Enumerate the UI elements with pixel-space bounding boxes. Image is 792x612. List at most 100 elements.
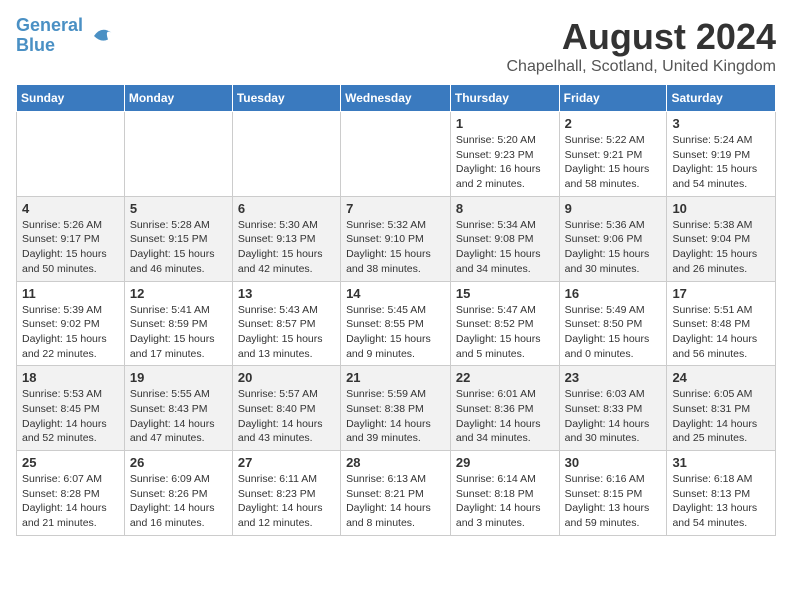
title-block: August 2024 Chapelhall, Scotland, United… <box>507 16 777 76</box>
day-info: Sunrise: 5:28 AM Sunset: 9:15 PM Dayligh… <box>130 218 227 277</box>
day-info: Sunrise: 5:55 AM Sunset: 8:43 PM Dayligh… <box>130 387 227 446</box>
day-number: 4 <box>22 201 119 216</box>
day-number: 7 <box>346 201 445 216</box>
day-info: Sunrise: 6:09 AM Sunset: 8:26 PM Dayligh… <box>130 472 227 531</box>
day-info: Sunrise: 6:16 AM Sunset: 8:15 PM Dayligh… <box>565 472 662 531</box>
day-info: Sunrise: 5:43 AM Sunset: 8:57 PM Dayligh… <box>238 303 335 362</box>
calendar-cell: 12Sunrise: 5:41 AM Sunset: 8:59 PM Dayli… <box>124 281 232 366</box>
day-number: 23 <box>565 370 662 385</box>
calendar-cell: 4 Sunrise: 5:26 AM Sunset: 9:17 PM Daylig… <box>17 196 125 281</box>
day-number: 6 <box>238 201 335 216</box>
day-info: Sunrise: 5:45 AM Sunset: 8:55 PM Dayligh… <box>346 303 445 362</box>
day-header-sunday: Sunday <box>17 85 125 112</box>
logo: General Blue <box>16 16 115 56</box>
calendar-cell: 27 Sunrise: 6:11 AM Sunset: 8:23 PM Dayli… <box>232 451 340 536</box>
day-number: 27 <box>238 455 335 470</box>
day-number: 16 <box>565 286 662 301</box>
calendar-cell <box>17 112 125 197</box>
day-info: Sunrise: 5:36 AM Sunset: 9:06 PM Dayligh… <box>565 218 662 277</box>
logo-text: General Blue <box>16 16 83 56</box>
day-header-monday: Monday <box>124 85 232 112</box>
day-info: Sunrise: 5:22 AM Sunset: 9:21 PM Dayligh… <box>565 133 662 192</box>
calendar-cell: 24Sunrise: 6:05 AM Sunset: 8:31 PM Dayli… <box>667 366 776 451</box>
day-info: Sunrise: 6:11 AM Sunset: 8:23 PM Dayligh… <box>238 472 335 531</box>
day-info: Sunrise: 6:03 AM Sunset: 8:33 PM Dayligh… <box>565 387 662 446</box>
day-info: Sunrise: 6:13 AM Sunset: 8:21 PM Dayligh… <box>346 472 445 531</box>
day-info: Sunrise: 6:07 AM Sunset: 8:28 PM Dayligh… <box>22 472 119 531</box>
day-number: 28 <box>346 455 445 470</box>
day-info: Sunrise: 6:18 AM Sunset: 8:13 PM Dayligh… <box>672 472 770 531</box>
calendar-cell: 28 Sunrise: 6:13 AM Sunset: 8:21 PM Dayli… <box>341 451 451 536</box>
calendar-cell: 7 Sunrise: 5:32 AM Sunset: 9:10 PM Daylig… <box>341 196 451 281</box>
calendar-cell: 18 Sunrise: 5:53 AM Sunset: 8:45 PM Dayli… <box>17 366 125 451</box>
day-number: 18 <box>22 370 119 385</box>
day-info: Sunrise: 5:49 AM Sunset: 8:50 PM Dayligh… <box>565 303 662 362</box>
day-info: Sunrise: 5:24 AM Sunset: 9:19 PM Dayligh… <box>672 133 770 192</box>
calendar-cell: 21 Sunrise: 5:59 AM Sunset: 8:38 PM Dayli… <box>341 366 451 451</box>
day-header-tuesday: Tuesday <box>232 85 340 112</box>
day-number: 11 <box>22 286 119 301</box>
calendar-cell: 22 Sunrise: 6:01 AM Sunset: 8:36 PM Dayli… <box>450 366 559 451</box>
page-header: General Blue August 2024 Chapelhall, Sco… <box>16 16 776 76</box>
calendar-table: SundayMondayTuesdayWednesdayThursdayFrid… <box>16 84 776 536</box>
day-number: 15 <box>456 286 554 301</box>
day-info: Sunrise: 5:39 AM Sunset: 9:02 PM Dayligh… <box>22 303 119 362</box>
day-info: Sunrise: 5:53 AM Sunset: 8:45 PM Dayligh… <box>22 387 119 446</box>
day-number: 2 <box>565 116 662 131</box>
calendar-cell: 16 Sunrise: 5:49 AM Sunset: 8:50 PM Dayli… <box>559 281 667 366</box>
calendar-header-row: SundayMondayTuesdayWednesdayThursdayFrid… <box>17 85 776 112</box>
calendar-cell: 6Sunrise: 5:30 AM Sunset: 9:13 PM Daylig… <box>232 196 340 281</box>
day-number: 20 <box>238 370 335 385</box>
week-row-4: 18 Sunrise: 5:53 AM Sunset: 8:45 PM Dayli… <box>17 366 776 451</box>
day-number: 12 <box>130 286 227 301</box>
logo-icon <box>87 22 115 50</box>
day-header-thursday: Thursday <box>450 85 559 112</box>
calendar-cell: 11 Sunrise: 5:39 AM Sunset: 9:02 PM Dayli… <box>17 281 125 366</box>
day-number: 30 <box>565 455 662 470</box>
day-info: Sunrise: 5:59 AM Sunset: 8:38 PM Dayligh… <box>346 387 445 446</box>
day-number: 3 <box>672 116 770 131</box>
day-info: Sunrise: 5:26 AM Sunset: 9:17 PM Dayligh… <box>22 218 119 277</box>
calendar-cell <box>232 112 340 197</box>
calendar-cell: 3 Sunrise: 5:24 AM Sunset: 9:19 PM Daylig… <box>667 112 776 197</box>
day-number: 19 <box>130 370 227 385</box>
calendar-cell: 17Sunrise: 5:51 AM Sunset: 8:48 PM Dayli… <box>667 281 776 366</box>
calendar-cell <box>124 112 232 197</box>
day-info: Sunrise: 5:57 AM Sunset: 8:40 PM Dayligh… <box>238 387 335 446</box>
day-number: 8 <box>456 201 554 216</box>
day-number: 26 <box>130 455 227 470</box>
calendar-cell: 5Sunrise: 5:28 AM Sunset: 9:15 PM Daylig… <box>124 196 232 281</box>
calendar-cell: 29Sunrise: 6:14 AM Sunset: 8:18 PM Dayli… <box>450 451 559 536</box>
day-info: Sunrise: 6:01 AM Sunset: 8:36 PM Dayligh… <box>456 387 554 446</box>
day-number: 17 <box>672 286 770 301</box>
calendar-cell: 25Sunrise: 6:07 AM Sunset: 8:28 PM Dayli… <box>17 451 125 536</box>
day-info: Sunrise: 5:20 AM Sunset: 9:23 PM Dayligh… <box>456 133 554 192</box>
day-header-wednesday: Wednesday <box>341 85 451 112</box>
day-number: 24 <box>672 370 770 385</box>
calendar-cell: 13 Sunrise: 5:43 AM Sunset: 8:57 PM Dayli… <box>232 281 340 366</box>
calendar-cell: 30 Sunrise: 6:16 AM Sunset: 8:15 PM Dayli… <box>559 451 667 536</box>
week-row-5: 25Sunrise: 6:07 AM Sunset: 8:28 PM Dayli… <box>17 451 776 536</box>
day-number: 1 <box>456 116 554 131</box>
subtitle: Chapelhall, Scotland, United Kingdom <box>507 58 777 76</box>
calendar-cell: 1 Sunrise: 5:20 AM Sunset: 9:23 PM Daylig… <box>450 112 559 197</box>
day-header-friday: Friday <box>559 85 667 112</box>
day-number: 21 <box>346 370 445 385</box>
week-row-1: 1 Sunrise: 5:20 AM Sunset: 9:23 PM Daylig… <box>17 112 776 197</box>
calendar-cell: 8Sunrise: 5:34 AM Sunset: 9:08 PM Daylig… <box>450 196 559 281</box>
day-info: Sunrise: 5:32 AM Sunset: 9:10 PM Dayligh… <box>346 218 445 277</box>
day-number: 29 <box>456 455 554 470</box>
day-number: 22 <box>456 370 554 385</box>
week-row-2: 4 Sunrise: 5:26 AM Sunset: 9:17 PM Daylig… <box>17 196 776 281</box>
calendar-cell <box>341 112 451 197</box>
day-header-saturday: Saturday <box>667 85 776 112</box>
day-info: Sunrise: 5:38 AM Sunset: 9:04 PM Dayligh… <box>672 218 770 277</box>
day-number: 10 <box>672 201 770 216</box>
calendar-cell: 31Sunrise: 6:18 AM Sunset: 8:13 PM Dayli… <box>667 451 776 536</box>
calendar-cell: 19 Sunrise: 5:55 AM Sunset: 8:43 PM Dayli… <box>124 366 232 451</box>
calendar-cell: 23 Sunrise: 6:03 AM Sunset: 8:33 PM Dayli… <box>559 366 667 451</box>
calendar-cell: 15 Sunrise: 5:47 AM Sunset: 8:52 PM Dayli… <box>450 281 559 366</box>
day-info: Sunrise: 5:47 AM Sunset: 8:52 PM Dayligh… <box>456 303 554 362</box>
calendar-cell: 9Sunrise: 5:36 AM Sunset: 9:06 PM Daylig… <box>559 196 667 281</box>
day-number: 13 <box>238 286 335 301</box>
